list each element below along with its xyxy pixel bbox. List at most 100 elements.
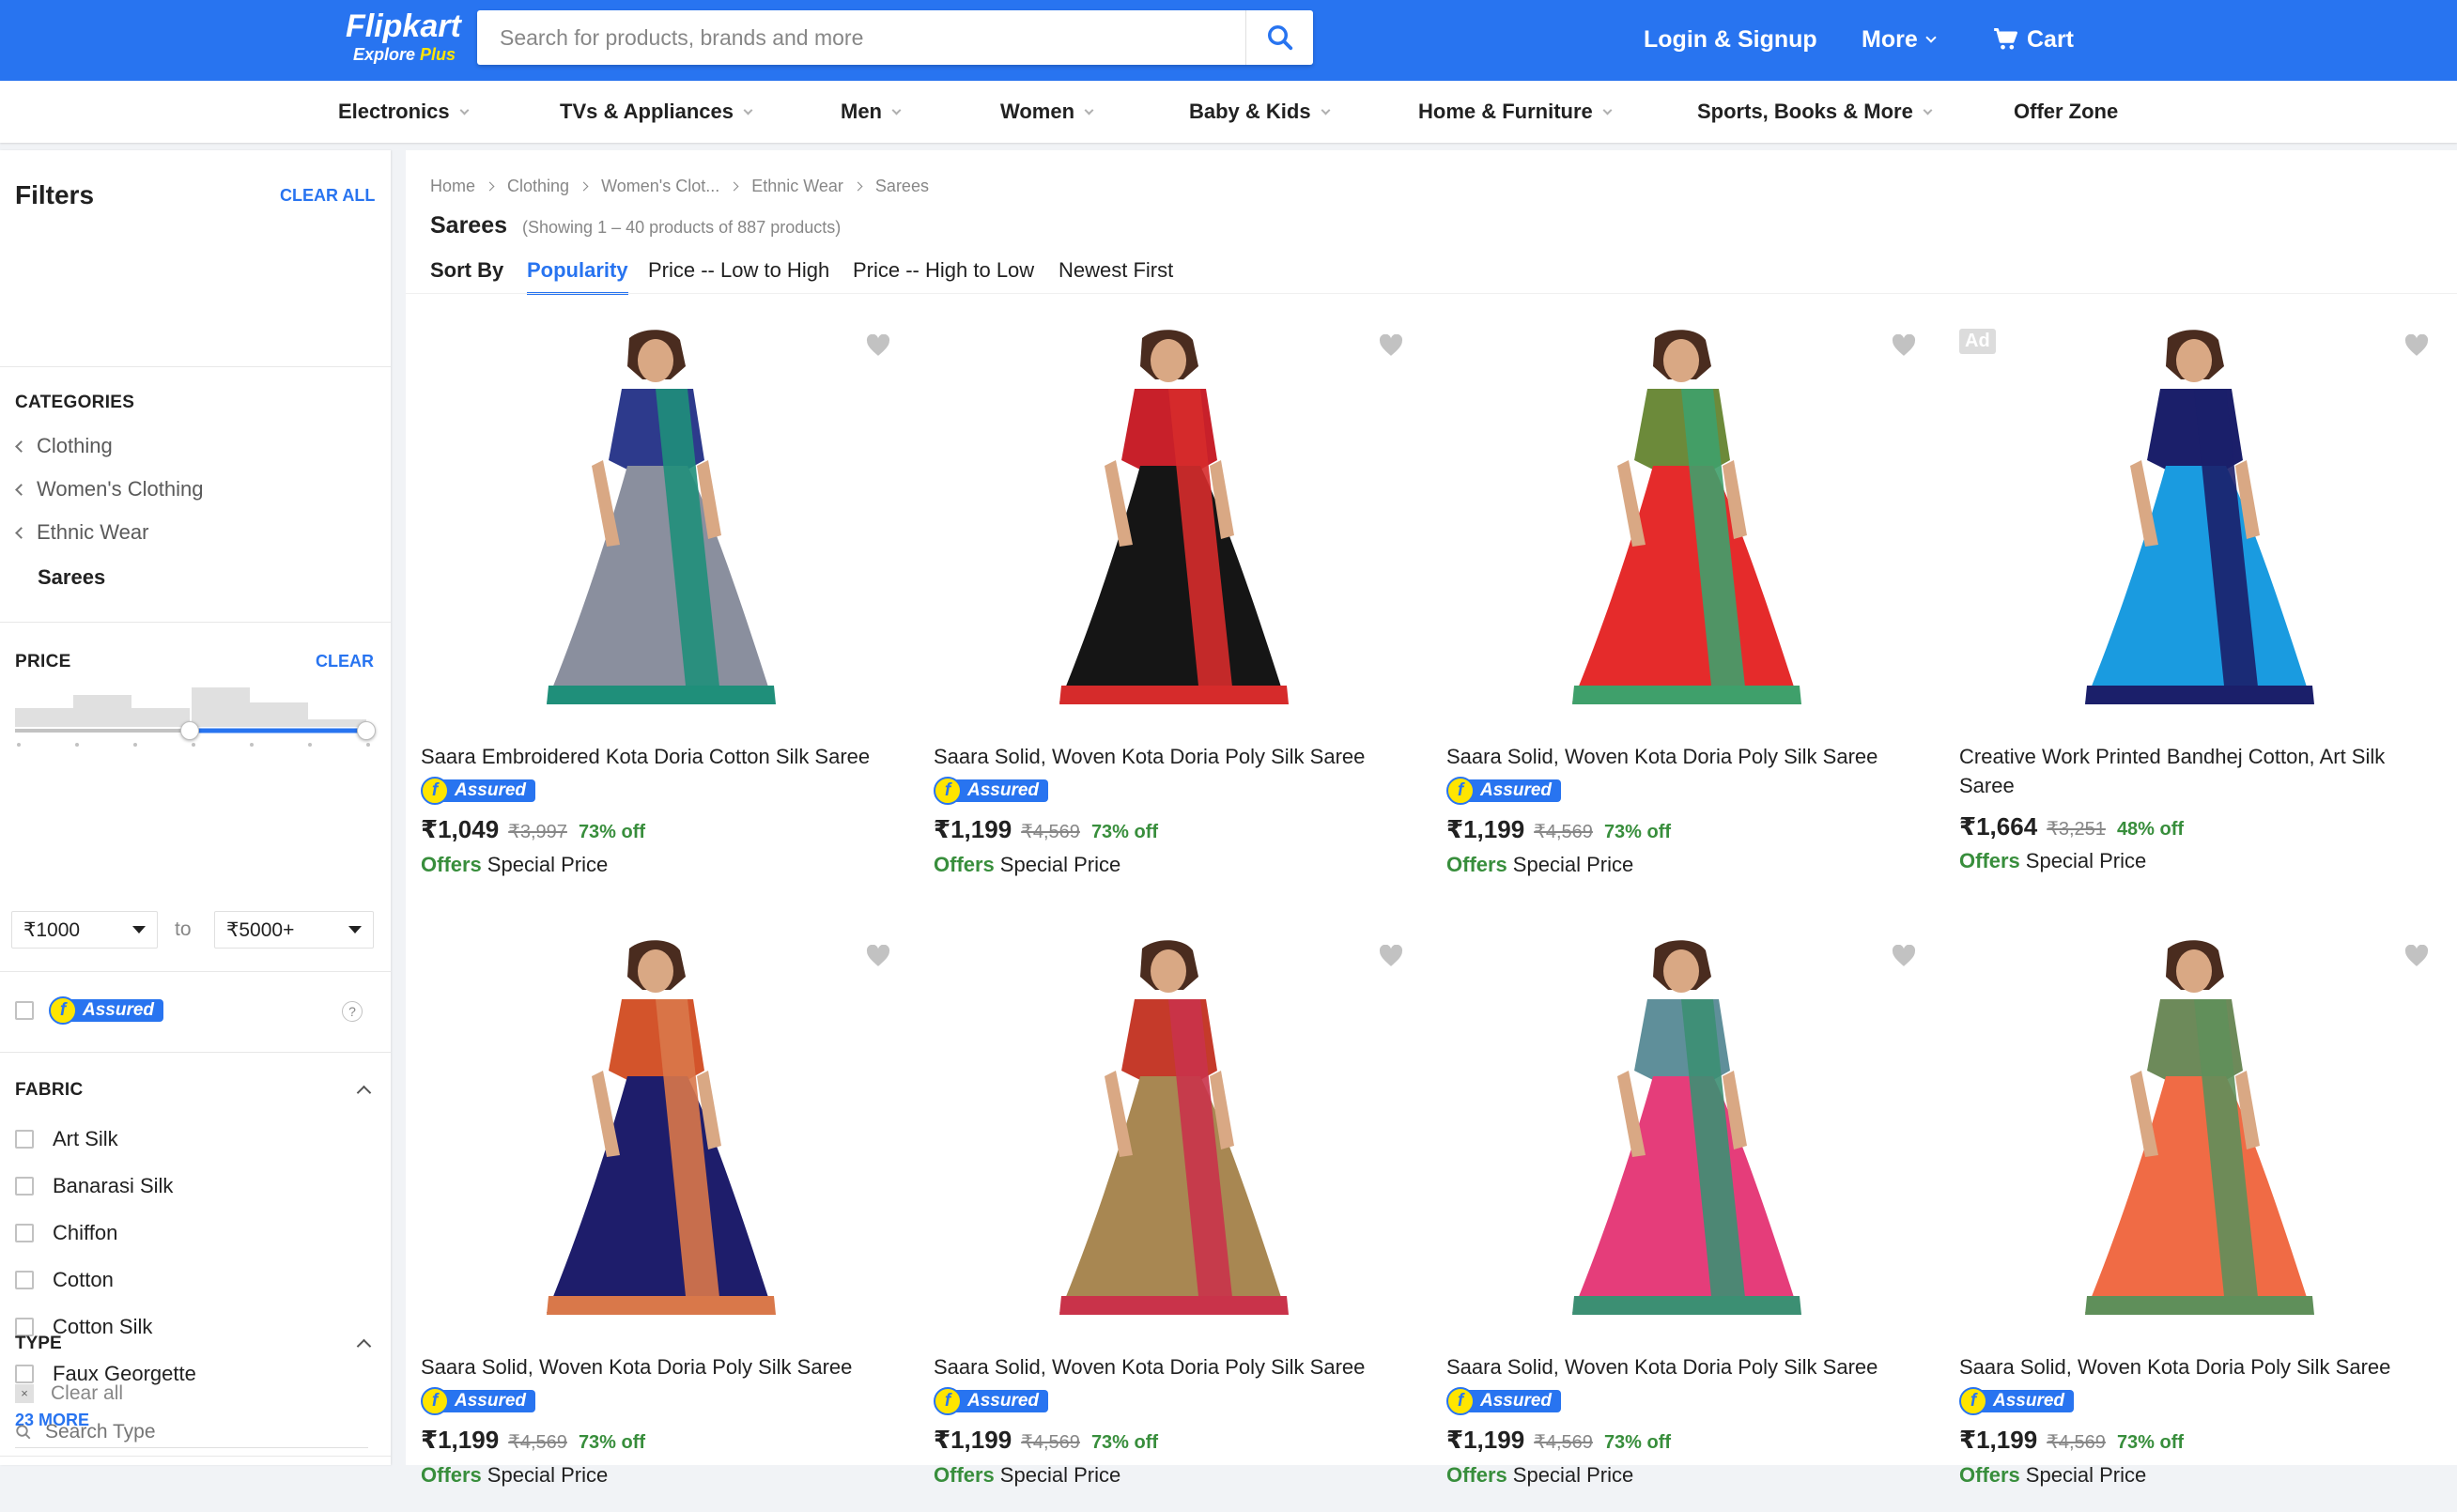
- checkbox[interactable]: [15, 1177, 34, 1196]
- logo-subtext: Explore Plus: [353, 45, 456, 64]
- nav-label: Men: [841, 100, 882, 123]
- price-row: ₹1,049 ₹3,997 73% off: [421, 815, 645, 844]
- current-category: Sarees: [38, 565, 106, 589]
- search-button[interactable]: [1245, 10, 1313, 65]
- product-title[interactable]: Creative Work Printed Bandhej Cotton, Ar…: [1959, 742, 2429, 800]
- f-logo-icon: f: [1959, 1387, 1987, 1415]
- help-icon[interactable]: ?: [342, 1001, 363, 1022]
- nav-label: TVs & Appliances: [560, 100, 734, 123]
- dropdown-arrow-icon: [132, 926, 146, 933]
- product-image[interactable]: [406, 911, 919, 1343]
- product-title[interactable]: Saara Solid, Woven Kota Doria Poly Silk …: [1959, 1352, 2429, 1381]
- checkbox[interactable]: [15, 1271, 34, 1289]
- category-womens-clothing[interactable]: Women's Clothing: [15, 477, 203, 501]
- wishlist-heart-icon[interactable]: [2404, 334, 2429, 357]
- breadcrumb-womens-clothing[interactable]: Women's Clot...: [601, 177, 719, 196]
- price-max-select[interactable]: ₹5000+: [214, 911, 374, 949]
- product-image[interactable]: [1431, 301, 1944, 733]
- breadcrumb-ethnic-wear[interactable]: Ethnic Wear: [751, 177, 843, 196]
- product-card[interactable]: Saara Solid, Woven Kota Doria Poly Silk …: [406, 911, 919, 1512]
- product-card[interactable]: Saara Solid, Woven Kota Doria Poly Silk …: [1944, 911, 2457, 1512]
- product-image[interactable]: [406, 301, 919, 733]
- nav-electronics[interactable]: Electronics: [338, 81, 470, 143]
- cart-link[interactable]: Cart: [1993, 21, 2074, 58]
- price-min-select[interactable]: ₹1000: [11, 911, 158, 949]
- product-image[interactable]: [1944, 911, 2457, 1343]
- price-max-handle[interactable]: [357, 721, 376, 740]
- flipkart-logo[interactable]: Flipkart Explore Plus: [346, 8, 468, 66]
- product-card[interactable]: Saara Embroidered Kota Doria Cotton Silk…: [406, 301, 919, 902]
- product-title[interactable]: Saara Solid, Woven Kota Doria Poly Silk …: [934, 1352, 1403, 1381]
- type-search-input[interactable]: [45, 1420, 346, 1443]
- wishlist-heart-icon[interactable]: [866, 334, 890, 357]
- page-title: Sarees: [430, 212, 508, 239]
- discount: 48% off: [2116, 819, 2185, 840]
- product-card[interactable]: Ad Creative Work Printed Bandhej Cotton,…: [1944, 301, 2457, 902]
- nav-women[interactable]: Women: [1000, 81, 1094, 143]
- category-ethnic-wear[interactable]: Ethnic Wear: [15, 520, 148, 545]
- product-image[interactable]: [919, 301, 1431, 733]
- product-title[interactable]: Saara Solid, Woven Kota Doria Poly Silk …: [421, 1352, 890, 1381]
- offers-row: Offers Special Price: [421, 1463, 608, 1488]
- wishlist-heart-icon[interactable]: [1379, 334, 1403, 357]
- fabric-cotton[interactable]: Cotton: [15, 1268, 114, 1292]
- type-clear-all[interactable]: × Clear all: [15, 1382, 123, 1405]
- product-image[interactable]: [919, 911, 1431, 1343]
- nav-sports-books[interactable]: Sports, Books & More: [1697, 81, 1933, 143]
- offers-row: Offers Special Price: [934, 853, 1120, 877]
- wishlist-heart-icon[interactable]: [1379, 945, 1403, 967]
- assured-filter[interactable]: f Assured: [15, 996, 164, 1025]
- product-card[interactable]: Saara Solid, Woven Kota Doria Poly Silk …: [919, 301, 1431, 902]
- assured-badge: f Assured: [934, 777, 1049, 805]
- nav-home-furniture[interactable]: Home & Furniture: [1418, 81, 1613, 143]
- product-card[interactable]: Saara Solid, Woven Kota Doria Poly Silk …: [919, 911, 1431, 1512]
- assured-badge: f Assured: [1446, 777, 1562, 805]
- checkbox[interactable]: [15, 1224, 34, 1242]
- sort-price-low-high[interactable]: Price -- Low to High: [648, 258, 829, 292]
- categories-heading: CATEGORIES: [15, 393, 135, 412]
- product-image[interactable]: [1431, 911, 1944, 1343]
- nav-baby-kids[interactable]: Baby & Kids: [1189, 81, 1331, 143]
- breadcrumb-clothing[interactable]: Clothing: [507, 177, 569, 196]
- search-input[interactable]: [477, 10, 1247, 65]
- nav-offer-zone[interactable]: Offer Zone: [2014, 81, 2118, 143]
- fabric-art-silk[interactable]: Art Silk: [15, 1127, 118, 1151]
- product-card[interactable]: Saara Solid, Woven Kota Doria Poly Silk …: [1431, 301, 1944, 902]
- product-title[interactable]: Saara Solid, Woven Kota Doria Poly Silk …: [1446, 1352, 1916, 1381]
- original-price: ₹4,569: [508, 1432, 567, 1453]
- chevron-up-icon[interactable]: [356, 1085, 372, 1101]
- wishlist-heart-icon[interactable]: [866, 945, 890, 967]
- assured-checkbox[interactable]: [15, 1001, 34, 1020]
- login-signup-link[interactable]: Login & Signup: [1644, 21, 1817, 58]
- fabric-chiffon[interactable]: Chiffon: [15, 1221, 117, 1245]
- more-menu[interactable]: More: [1862, 21, 1937, 58]
- product-title[interactable]: Saara Embroidered Kota Doria Cotton Silk…: [421, 742, 890, 771]
- fabric-label: Cotton Silk: [53, 1315, 153, 1338]
- offers-text: Special Price: [487, 853, 609, 876]
- checkbox[interactable]: [15, 1365, 34, 1383]
- price-clear-button[interactable]: CLEAR: [316, 652, 374, 671]
- wishlist-heart-icon[interactable]: [1892, 334, 1916, 357]
- ad-badge: Ad: [1959, 329, 1996, 354]
- checkbox[interactable]: [15, 1130, 34, 1149]
- category-clothing[interactable]: Clothing: [15, 434, 113, 458]
- fabric-banarasi-silk[interactable]: Banarasi Silk: [15, 1174, 173, 1198]
- divider: [0, 622, 391, 623]
- product-image[interactable]: [1944, 301, 2457, 733]
- breadcrumb-home[interactable]: Home: [430, 177, 475, 196]
- chevron-down-icon: [1925, 32, 1937, 43]
- assured-text: Assured: [1480, 780, 1553, 800]
- clear-all-button[interactable]: CLEAR ALL: [280, 186, 375, 206]
- wishlist-heart-icon[interactable]: [2404, 945, 2429, 967]
- wishlist-heart-icon[interactable]: [1892, 945, 1916, 967]
- nav-tvs-appliances[interactable]: TVs & Appliances: [560, 81, 753, 143]
- product-card[interactable]: Saara Solid, Woven Kota Doria Poly Silk …: [1431, 911, 1944, 1512]
- sort-price-high-low[interactable]: Price -- High to Low: [853, 258, 1034, 292]
- product-title[interactable]: Saara Solid, Woven Kota Doria Poly Silk …: [934, 742, 1403, 771]
- sort-popularity[interactable]: Popularity: [527, 258, 628, 295]
- product-title[interactable]: Saara Solid, Woven Kota Doria Poly Silk …: [1446, 742, 1916, 771]
- sort-newest-first[interactable]: Newest First: [1059, 258, 1173, 292]
- price-min-handle[interactable]: [180, 721, 199, 740]
- chevron-left-icon: [15, 526, 27, 539]
- nav-men[interactable]: Men: [841, 81, 902, 143]
